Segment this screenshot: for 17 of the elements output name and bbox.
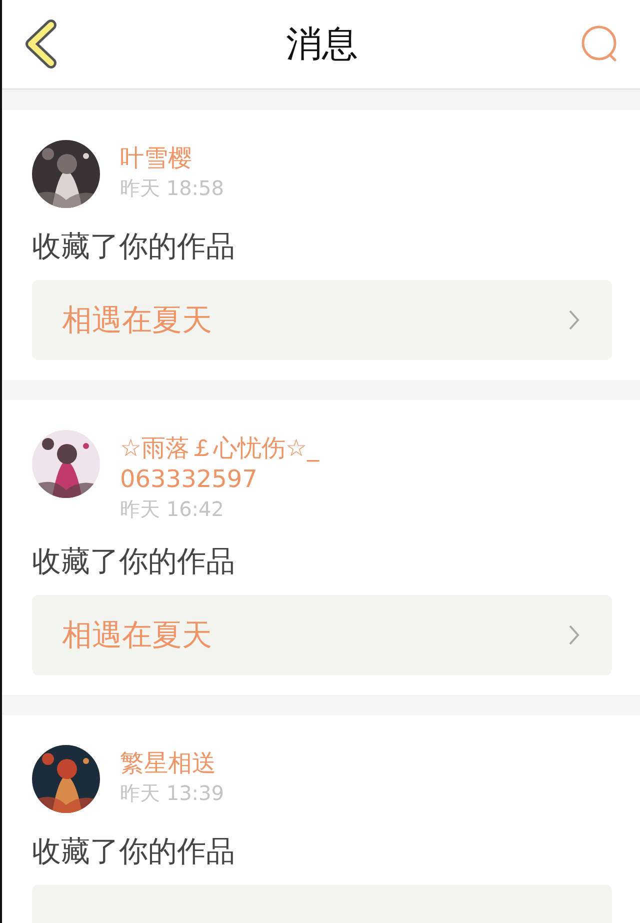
message-time: 昨天 13:39 bbox=[120, 780, 224, 807]
work-link[interactable]: 相遇在夏天 bbox=[32, 595, 612, 675]
message-time: 昨天 16:42 bbox=[120, 496, 225, 523]
page-title: 消息 bbox=[285, 22, 359, 66]
user-name[interactable]: 叶雪樱 bbox=[120, 143, 224, 174]
chevron-right-icon bbox=[568, 624, 580, 646]
message-text: 收藏了你的作品 bbox=[32, 833, 236, 870]
work-title: 相遇在夏天 bbox=[62, 616, 212, 654]
message-text: 收藏了你的作品 bbox=[32, 543, 236, 580]
chevron-right-icon bbox=[568, 309, 580, 331]
user-name[interactable]: 繁星相送 bbox=[120, 748, 224, 779]
back-icon[interactable] bbox=[24, 19, 58, 69]
work-title: 相遇在夏天 bbox=[62, 302, 212, 340]
work-link[interactable]: 相遇在夏天 bbox=[32, 280, 612, 360]
user-name[interactable]: ☆雨落￡心忧伤☆_063332597 bbox=[120, 433, 320, 495]
message-text: 收藏了你的作品 bbox=[32, 228, 236, 265]
message-time: 昨天 18:58 bbox=[120, 175, 224, 202]
